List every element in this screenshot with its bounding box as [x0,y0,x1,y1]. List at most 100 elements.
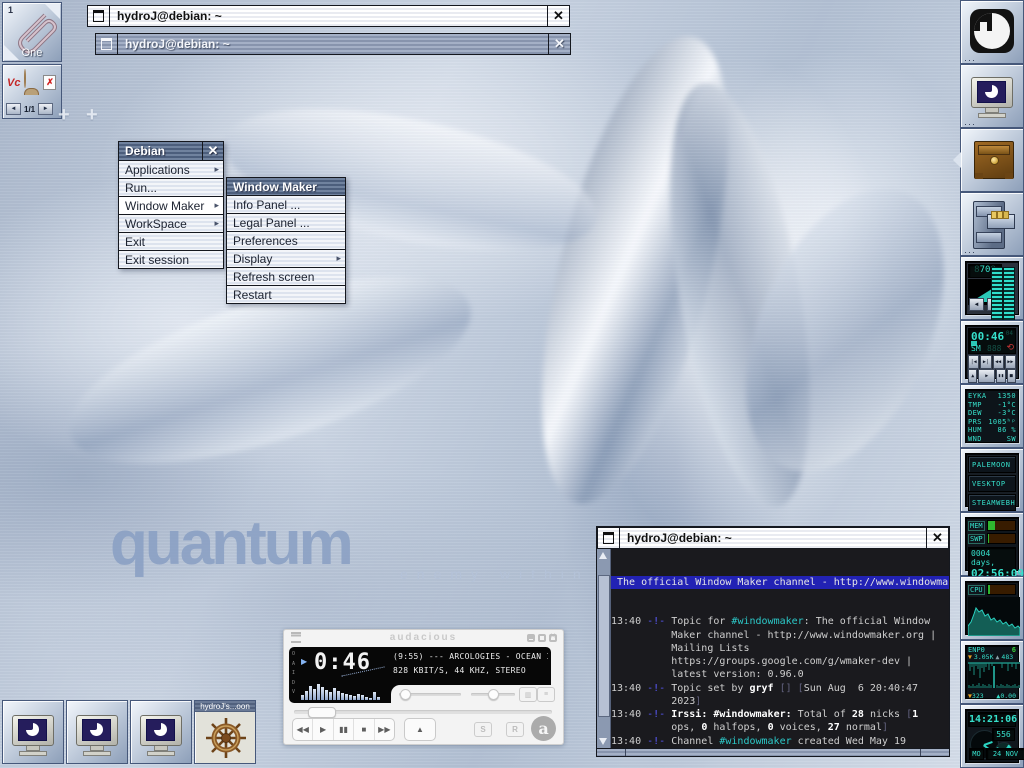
scroll-up-icon[interactable] [599,552,607,559]
spectrum-bar [369,698,372,700]
menu-item-run[interactable]: Run... [118,179,224,197]
spectrum-analyzer[interactable] [301,677,387,700]
net-history-graph [968,662,1020,688]
playlist-button[interactable]: ≡ [537,687,555,702]
menu-item-display[interactable]: Display▸ [226,250,346,268]
drawer-collapse-arrow-icon[interactable] [953,152,961,168]
menu-item-workspace[interactable]: WorkSpace▸ [118,215,224,233]
cd-pause-button[interactable]: ▮▮ [996,369,1005,383]
dock-mixer-dockapp[interactable]: 8708 ◄ ► [960,256,1024,320]
menu-item-preferences[interactable]: Preferences [226,232,346,250]
miniwindow-palemoon[interactable]: hydroJ's...oon [194,700,256,764]
window-title[interactable]: hydroJ@debian: ~ [620,528,926,548]
resizebar-middle[interactable] [625,749,921,756]
terminal-window-shaded-1[interactable]: hydroJ@debian: ~ ✕ [87,5,570,27]
cd-next-track-button[interactable]: ▶| [980,355,991,369]
menu-item-window-maker[interactable]: Window Maker▸ [118,197,224,215]
dock-filemanager-appicon[interactable]: ··· [960,192,1024,256]
window-title[interactable]: hydroJ@debian: ~ [118,34,548,54]
cd-prev-track-button[interactable]: |◀ [968,355,979,369]
irssi-screen[interactable]: The official Window Maker channel - http… [611,549,949,748]
menu-title: Debian [125,144,165,158]
dock-drawer-appicon[interactable] [960,128,1024,192]
pager-right-button[interactable]: ► [38,103,53,115]
cd-eject-button[interactable]: ▲ [968,369,977,383]
repeat-button[interactable]: R [506,722,524,737]
window-title[interactable]: hydroJ@debian: ~ [110,6,547,26]
mail-checker-dockapp[interactable]: Vc ✗ ◄ 1/1 ► [2,64,62,119]
dock-xterm-appicon[interactable]: ··· [960,64,1024,128]
menu-item-label: Legal Panel ... [233,216,310,230]
miniaturize-button[interactable] [96,34,118,54]
cd-seek-fwd-button[interactable]: ▶▶ [1005,355,1016,369]
menu-item-legal-panel[interactable]: Legal Panel ... [226,214,346,232]
dock-sysmon-dockapp[interactable]: MEM SWP 0004 days, 02:56:09 [960,512,1024,576]
close-button[interactable]: ✕ [547,6,569,26]
miniwindow-terminal-2[interactable] [66,700,128,764]
spectrum-bar [341,693,344,700]
wallpaper-subtitle: enemy within [400,566,590,582]
pause-button[interactable]: ▮▮ [334,719,354,740]
irc-titlebar[interactable]: hydroJ@debian: ~ ✕ [597,527,949,549]
dock-launcher-dockapp[interactable]: PALEMOON VESKTOP STEAMWEBH [960,448,1024,512]
stop-button[interactable]: ■ [354,719,374,740]
launcher-palemoon[interactable]: PALEMOON [968,456,1016,473]
root-menu: Debian ✕ Applications▸ Run... Window Mak… [118,141,224,269]
menu-item-exit-session[interactable]: Exit session [118,251,224,269]
miniaturize-button[interactable] [88,6,110,26]
irc-terminal-window[interactable]: hydroJ@debian: ~ ✕ The official Window M… [596,526,950,757]
scroll-down-icon[interactable] [599,738,607,745]
menu-item-refresh-screen[interactable]: Refresh screen [226,268,346,286]
seek-knob[interactable] [308,707,336,718]
cd-play-button[interactable]: ▶ [978,369,995,383]
resize-corner-right[interactable] [921,749,949,756]
launcher-steamwebhelper[interactable]: STEAMWEBH [968,494,1016,511]
cd-stop-button[interactable]: ■ [1007,369,1016,383]
launcher-vesktop[interactable]: VESKTOP [968,475,1016,492]
menu-titlebar[interactable]: Debian ✕ [118,141,224,161]
eject-button[interactable]: ▲ [404,718,436,741]
channel-prev-button[interactable]: ◄ [969,298,984,311]
menu-item-info-panel[interactable]: Info Panel ... [226,196,346,214]
miniwindow-terminal-1[interactable] [2,700,64,764]
resize-corner-left[interactable] [597,749,625,756]
spectrum-bar [325,690,328,700]
clutterbar[interactable]: OAIDV [292,650,295,698]
track-title[interactable]: (9:55) --- ARCOLOGIES - OCEAN I [393,652,548,661]
spectrum-bar [329,692,332,700]
audacious-player-window[interactable]: audacious OAIDV ▶ 0:46 (9:55) --- ARCOLO… [283,629,564,745]
close-button[interactable]: ✕ [548,34,570,54]
dock-clock-dockapp[interactable]: 14:21:06 556 MO 24 NOV [960,704,1024,768]
terminal-scrollbar[interactable] [597,549,611,748]
close-button[interactable]: ✕ [926,528,948,548]
miniwindow-terminal-3[interactable] [130,700,192,764]
submenu-titlebar[interactable]: Window Maker [226,177,346,196]
scrollbar-thumb[interactable] [598,575,610,717]
cd-seek-back-button[interactable]: ◀◀ [993,355,1004,369]
window-resizebar[interactable] [597,748,949,756]
menu-item-restart[interactable]: Restart [226,286,346,304]
player-titlebar[interactable]: audacious [284,630,563,645]
dock-wmaker-appicon[interactable]: ··· [960,0,1024,64]
dock-network-dockapp[interactable]: ENP0 6 ▼3.05K ▲483 ▼323 ▲0.00 [960,640,1024,704]
balance-knob[interactable] [488,689,499,700]
menu-item-applications[interactable]: Applications▸ [118,161,224,179]
play-button[interactable]: ▶ [313,719,333,740]
volume-knob[interactable] [400,689,411,700]
pager-left-button[interactable]: ◄ [6,103,21,115]
next-button[interactable]: ▶▶ [375,719,394,740]
miniaturize-button[interactable] [598,528,620,548]
menu-close-icon[interactable]: ✕ [202,142,223,160]
previous-button[interactable]: ◀◀ [293,719,313,740]
dock-cdplayer-dockapp[interactable]: 00:46 04 SM 888 ⟲ |◀ ▶| ◀◀ ▶▶ ▲ ▶ ▮▮ ■ [960,320,1024,384]
spectrum-bar [317,684,320,700]
menu-item-exit[interactable]: Exit [118,233,224,251]
workspace-clip[interactable]: 1 One [2,2,62,62]
dock-weather-dockapp[interactable]: EYKA1350 TMP-1°C DEW-3°C PRS1005ʰᵖ HUM86… [960,384,1024,448]
shuffle-button[interactable]: S [474,722,492,737]
dock-cpu-dockapp[interactable]: CPU [960,576,1024,640]
equalizer-button[interactable]: ▥ [519,687,537,702]
terminal-monitor-icon [140,715,182,753]
close-button[interactable] [549,634,557,642]
terminal-window-shaded-2[interactable]: hydroJ@debian: ~ ✕ [95,33,571,55]
